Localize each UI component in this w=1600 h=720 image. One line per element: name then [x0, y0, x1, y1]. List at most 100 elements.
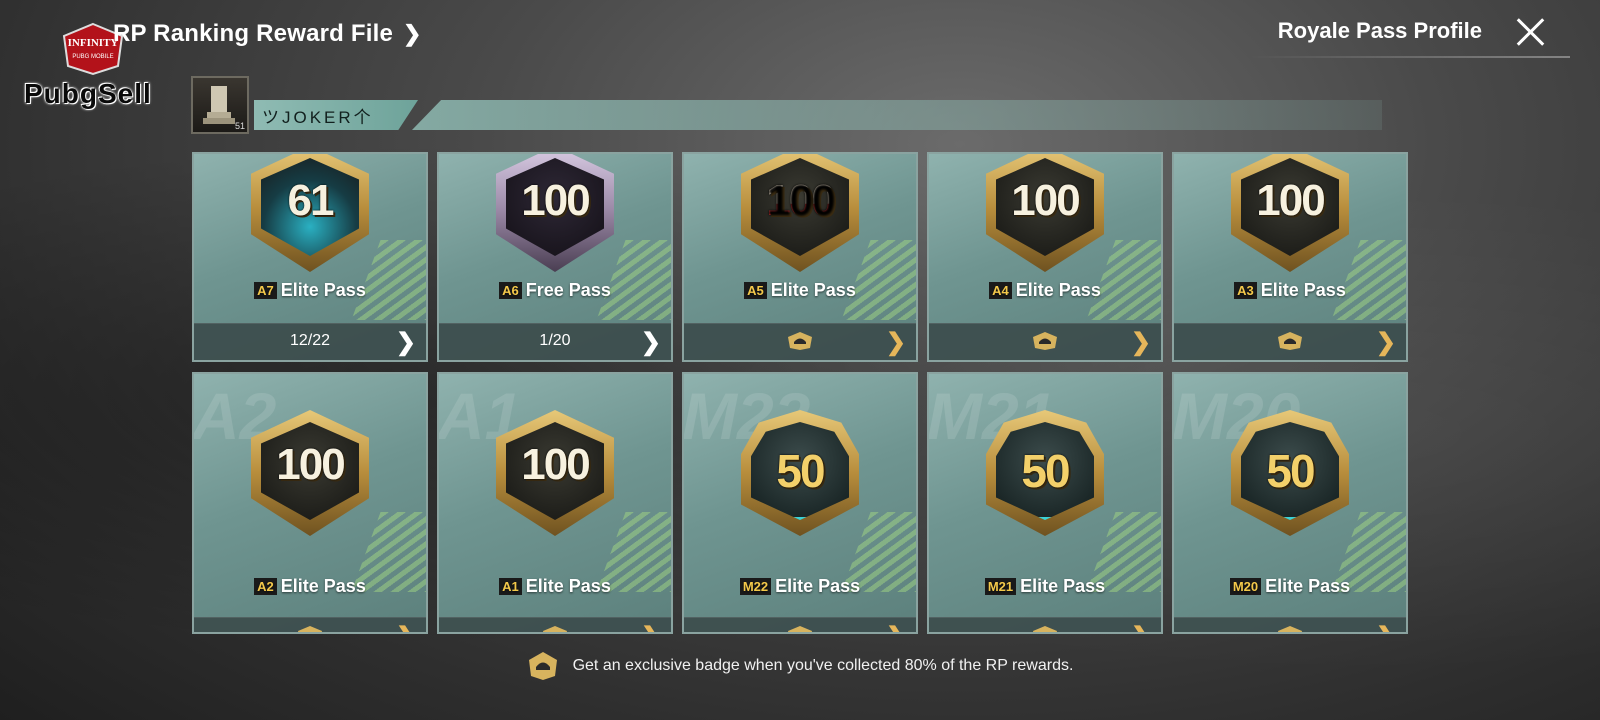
card-footer[interactable]: 1/20 ❯: [439, 323, 671, 360]
pass-label: M22 Elite Pass: [684, 576, 916, 597]
footer-note-text: Get an exclusive badge when you've colle…: [572, 657, 1074, 674]
card-footer[interactable]: ❯: [684, 323, 916, 360]
rank-number: 100: [521, 176, 590, 225]
season-tag: A1: [499, 578, 522, 595]
helmet-badge-icon: [788, 626, 812, 632]
rank-badge: 50: [741, 410, 859, 536]
rank-badge: 100: [496, 154, 614, 272]
rank-number: 50: [1266, 445, 1315, 497]
pass-type: Elite Pass: [775, 576, 861, 596]
season-tag: A4: [989, 282, 1012, 299]
season-tag: M21: [984, 578, 1017, 595]
season-card-a3[interactable]: 100 A3 Elite Pass ❯: [1172, 152, 1408, 362]
chevron-right-icon[interactable]: ❯: [1376, 622, 1396, 632]
season-card-a7[interactable]: 61 A7 Elite Pass 12/22 ❯: [192, 152, 428, 362]
season-card-a1[interactable]: A1 100 A1 Elite Pass ❯: [437, 372, 673, 634]
pass-type: Elite Pass: [1015, 280, 1101, 300]
helmet-badge-icon: [1278, 626, 1302, 632]
royale-pass-profile-label: Royale Pass Profile: [1277, 18, 1482, 43]
season-card-a4[interactable]: 100 A4 Elite Pass ❯: [927, 152, 1163, 362]
rp-ranking-reward-file-link[interactable]: RP Ranking Reward File ❯: [113, 20, 422, 48]
close-icon[interactable]: [1510, 12, 1550, 52]
card-footer[interactable]: ❯: [1174, 323, 1406, 360]
pass-label: A7 Elite Pass: [194, 280, 426, 301]
rank-number: 100: [1011, 176, 1080, 225]
helmet-badge-icon: [1033, 626, 1057, 632]
rank-number: 100: [521, 440, 590, 489]
footer-note: Get an exclusive badge when you've colle…: [0, 650, 1600, 682]
rank-number: 61: [287, 176, 335, 225]
chevron-right-icon[interactable]: ❯: [641, 622, 661, 632]
pass-type: Elite Pass: [770, 280, 856, 300]
card-footer[interactable]: ❯: [194, 617, 426, 632]
logo-text: INFINITY: [68, 37, 119, 49]
chevron-right-icon[interactable]: ❯: [641, 328, 661, 357]
rank-number: 100: [1256, 176, 1325, 225]
chevron-right-icon[interactable]: ❯: [1131, 622, 1151, 632]
rank-badge: 61: [251, 154, 369, 272]
pass-type: Free Pass: [525, 280, 611, 300]
pass-label: M21 Elite Pass: [929, 576, 1161, 597]
pass-label: A4 Elite Pass: [929, 280, 1161, 301]
season-card-m21[interactable]: M21 50 M21 Elite Pass ❯: [927, 372, 1163, 634]
card-footer[interactable]: ❯: [929, 617, 1161, 632]
chevron-right-icon[interactable]: ❯: [396, 622, 416, 632]
pass-type: Elite Pass: [1260, 280, 1346, 300]
chevron-right-icon: ❯: [403, 21, 422, 46]
pass-label: A3 Elite Pass: [1174, 280, 1406, 301]
pass-type: Elite Pass: [1265, 576, 1351, 596]
season-card-a2[interactable]: A2 100 A2 Elite Pass ❯: [192, 372, 428, 634]
card-footer[interactable]: 12/22 ❯: [194, 323, 426, 360]
season-tag: M20: [1229, 578, 1262, 595]
season-card-a5[interactable]: 100 A5 Elite Pass ❯: [682, 152, 918, 362]
header-title: RP Ranking Reward File: [113, 20, 394, 47]
season-card-m22[interactable]: M22 50 M22 Elite Pass ❯: [682, 372, 918, 634]
rank-number: 100: [741, 176, 859, 226]
season-tag: A7: [254, 282, 277, 299]
player-avatar[interactable]: 51: [191, 76, 249, 134]
season-card-a6[interactable]: 100 A6 Free Pass 1/20 ❯: [437, 152, 673, 362]
card-footer[interactable]: ❯: [1174, 617, 1406, 632]
player-bar-stripe: [412, 100, 1382, 130]
season-card-m20[interactable]: M20 50 M20 Elite Pass ❯: [1172, 372, 1408, 634]
player-name: ツJOKER个: [262, 108, 374, 127]
helmet-badge-icon: [543, 626, 567, 632]
season-card-grid: 61 A7 Elite Pass 12/22 ❯ 100 A6 Free Pas…: [192, 152, 1410, 634]
season-tag: A6: [499, 282, 522, 299]
rank-number: 50: [1021, 445, 1070, 497]
pass-type: Elite Pass: [280, 280, 366, 300]
chevron-right-icon[interactable]: ❯: [1131, 328, 1151, 357]
chevron-right-icon[interactable]: ❯: [396, 328, 416, 357]
header-divider: [1250, 56, 1570, 58]
pass-type: Elite Pass: [280, 576, 366, 596]
pass-type: Elite Pass: [525, 576, 611, 596]
chevron-right-icon[interactable]: ❯: [1376, 328, 1396, 357]
rank-badge: 100: [251, 410, 369, 536]
chevron-right-icon[interactable]: ❯: [886, 328, 906, 357]
helmet-badge-icon: [528, 652, 557, 680]
rank-badge: 100: [741, 154, 859, 272]
rank-badge: 50: [986, 410, 1104, 536]
pass-label: A6 Free Pass: [439, 280, 671, 301]
avatar-level: 51: [234, 121, 245, 131]
chevron-right-icon[interactable]: ❯: [886, 622, 906, 632]
pubgsell-watermark: PubgSell: [24, 78, 152, 109]
card-footer[interactable]: ❯: [929, 323, 1161, 360]
rank-badge: 100: [986, 154, 1104, 272]
pass-label: A1 Elite Pass: [439, 576, 671, 597]
pass-label: A2 Elite Pass: [194, 576, 426, 597]
rank-number: 100: [276, 440, 345, 489]
reward-progress: 12/22: [289, 332, 331, 349]
pass-type: Elite Pass: [1020, 576, 1106, 596]
helmet-badge-icon: [298, 626, 322, 632]
card-footer[interactable]: ❯: [439, 617, 671, 632]
season-tag: M22: [739, 578, 772, 595]
helmet-badge-icon: [788, 332, 812, 350]
rank-badge: 50: [1231, 410, 1349, 536]
rank-badge: 100: [1231, 154, 1349, 272]
helmet-badge-icon: [1033, 332, 1057, 350]
pass-label: M20 Elite Pass: [1174, 576, 1406, 597]
rank-number: 50: [776, 445, 825, 497]
card-footer[interactable]: ❯: [684, 617, 916, 632]
reward-progress: 1/20: [539, 332, 571, 349]
